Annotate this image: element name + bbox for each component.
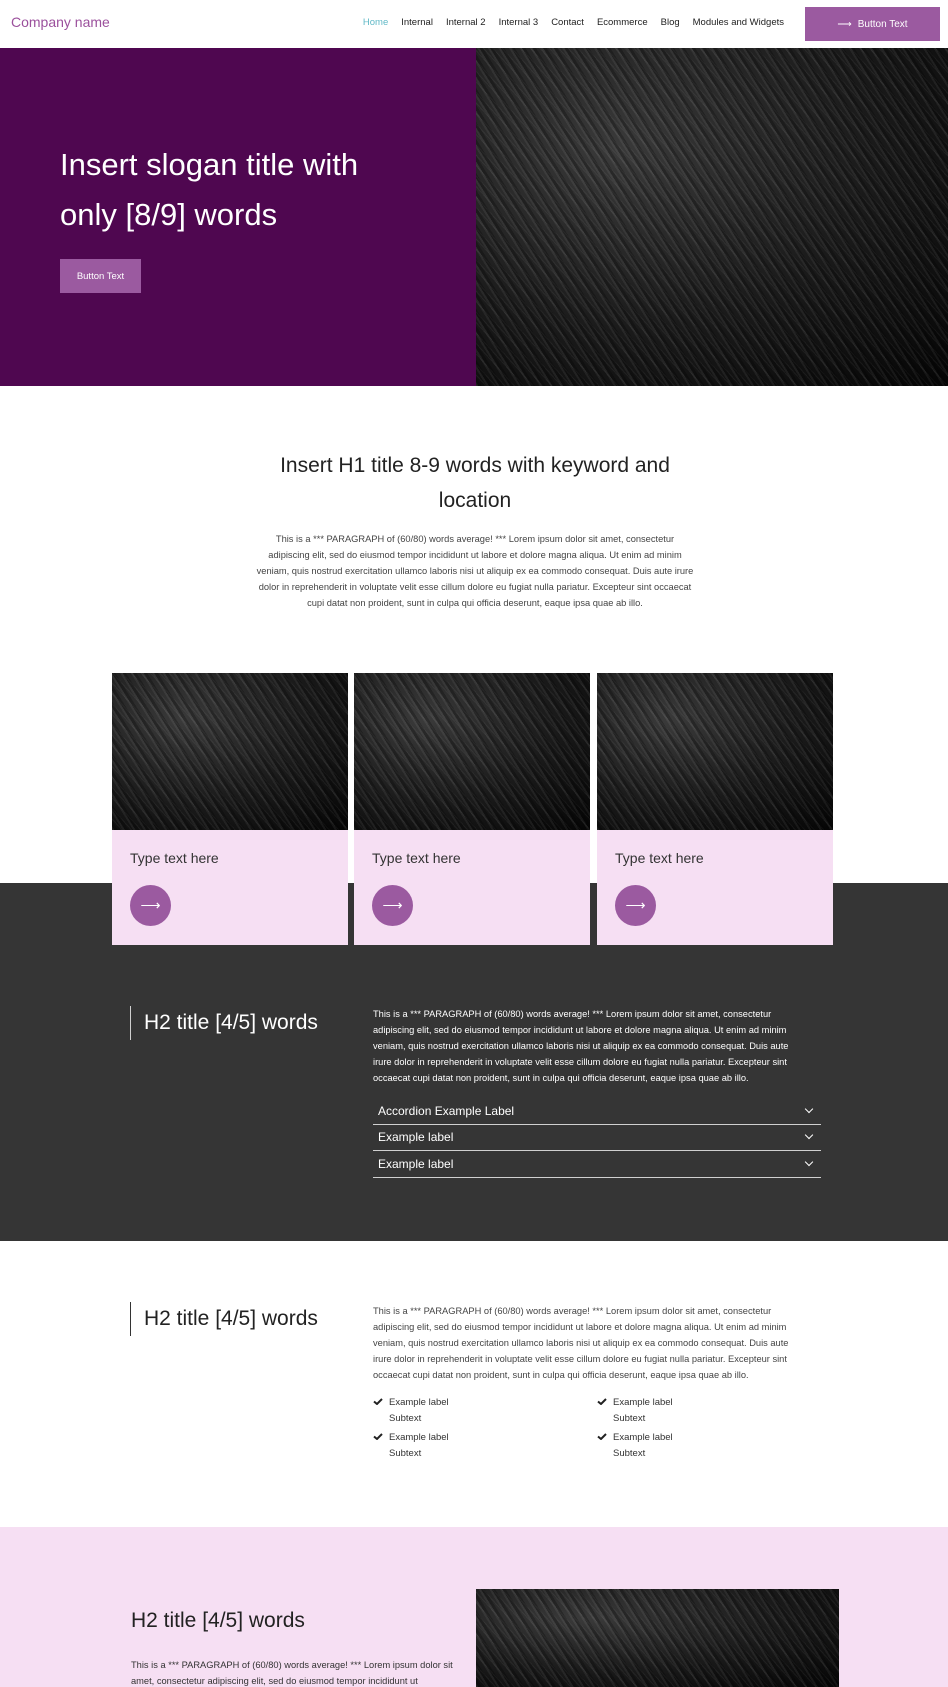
card-image	[354, 673, 590, 830]
feature-subtext: Subtext	[389, 1413, 422, 1424]
feature-label: Example label	[613, 1397, 673, 1408]
feature-label: Example label	[389, 1432, 449, 1443]
accordion-item-label: Example label	[378, 1156, 454, 1171]
feature-card: Type text here ⟶	[597, 673, 833, 945]
accordion-item-label: Example label	[378, 1130, 454, 1145]
nav-menu: Home Internal Internal 2 Internal 3 Cont…	[363, 17, 784, 28]
card-label: Type text here	[615, 850, 704, 866]
feature-subtext: Subtext	[613, 1413, 646, 1424]
features-section-title: H2 title [4/5] words	[130, 1302, 345, 1336]
card-image	[597, 673, 833, 830]
nav-item-ecommerce[interactable]: Ecommerce	[597, 17, 648, 28]
intro-title: Insert H1 title 8-9 words with keyword a…	[280, 454, 670, 512]
chevron-down-icon	[804, 1157, 814, 1166]
arrow-right-icon: ⟶	[382, 897, 403, 913]
feature-label: Example label	[389, 1397, 449, 1408]
card-body: Type text here ⟶	[354, 830, 590, 945]
pink-section-paragraph: This is a *** PARAGRAPH of (60/80) words…	[131, 1660, 453, 1686]
arrow-right-icon: ⟶	[837, 18, 852, 30]
arrow-right-icon: ⟶	[140, 897, 161, 913]
feature-subtext: Subtext	[613, 1448, 646, 1459]
intro-paragraph: This is a *** PARAGRAPH of (60/80) words…	[256, 534, 694, 608]
card-image	[112, 673, 348, 830]
dark-section-paragraph: This is a *** PARAGRAPH of (60/80) words…	[373, 1009, 789, 1083]
accordion-item[interactable]: Example label	[373, 1151, 821, 1178]
pink-section-image	[476, 1589, 839, 1687]
hero-button[interactable]: Button Text	[60, 259, 141, 293]
top-nav: Company name Home Internal Internal 2 In…	[0, 0, 948, 48]
check-icon	[597, 1433, 607, 1440]
card-body: Type text here ⟶	[112, 830, 348, 945]
nav-item-modules[interactable]: Modules and Widgets	[693, 17, 784, 28]
card-arrow-button[interactable]: ⟶	[372, 885, 413, 926]
accordion-item-label: Accordion Example Label	[378, 1103, 515, 1118]
pink-section: H2 title [4/5] words This is a *** PARAG…	[0, 1527, 948, 1687]
feature-card: Type text here ⟶	[354, 673, 590, 945]
accordion-item[interactable]: Accordion Example Label	[373, 1098, 821, 1125]
nav-cta-label: Button Text	[857, 18, 908, 30]
check-icon	[373, 1433, 383, 1440]
hero-image	[476, 48, 948, 386]
hero-title: Insert slogan title with only [8/9] word…	[60, 147, 359, 232]
nav-item-contact[interactable]: Contact	[551, 17, 584, 28]
nav-item-internal-3[interactable]: Internal 3	[499, 17, 539, 28]
hero-section: Insert slogan title with only [8/9] word…	[0, 48, 948, 386]
feature-subtext: Subtext	[389, 1448, 422, 1459]
check-icon	[373, 1398, 383, 1405]
card-label: Type text here	[130, 850, 219, 866]
hero-panel: Insert slogan title with only [8/9] word…	[0, 48, 476, 386]
card-arrow-button[interactable]: ⟶	[615, 885, 656, 926]
card-arrow-button[interactable]: ⟶	[130, 885, 171, 926]
nav-item-internal-2[interactable]: Internal 2	[446, 17, 486, 28]
company-logo[interactable]: Company name	[11, 14, 110, 30]
features-section-paragraph: This is a *** PARAGRAPH of (60/80) words…	[373, 1306, 789, 1380]
nav-cta-button[interactable]: ⟶ Button Text	[805, 7, 940, 41]
accordion: Accordion Example Label Example label Ex…	[373, 1098, 821, 1178]
chevron-down-icon	[804, 1131, 814, 1140]
pink-section-title: H2 title [4/5] words	[131, 1609, 305, 1632]
nav-item-home[interactable]: Home	[363, 17, 388, 28]
dark-section-title: H2 title [4/5] words	[130, 1006, 345, 1040]
check-icon	[597, 1398, 607, 1405]
card-body: Type text here ⟶	[597, 830, 833, 945]
accordion-item[interactable]: Example label	[373, 1125, 821, 1151]
feature-label: Example label	[613, 1432, 673, 1443]
card-label: Type text here	[372, 850, 461, 866]
feature-card: Type text here ⟶	[112, 673, 348, 945]
arrow-right-icon: ⟶	[625, 897, 646, 913]
nav-item-internal[interactable]: Internal	[401, 17, 433, 28]
nav-item-blog[interactable]: Blog	[661, 17, 680, 28]
chevron-down-icon	[804, 1104, 814, 1113]
